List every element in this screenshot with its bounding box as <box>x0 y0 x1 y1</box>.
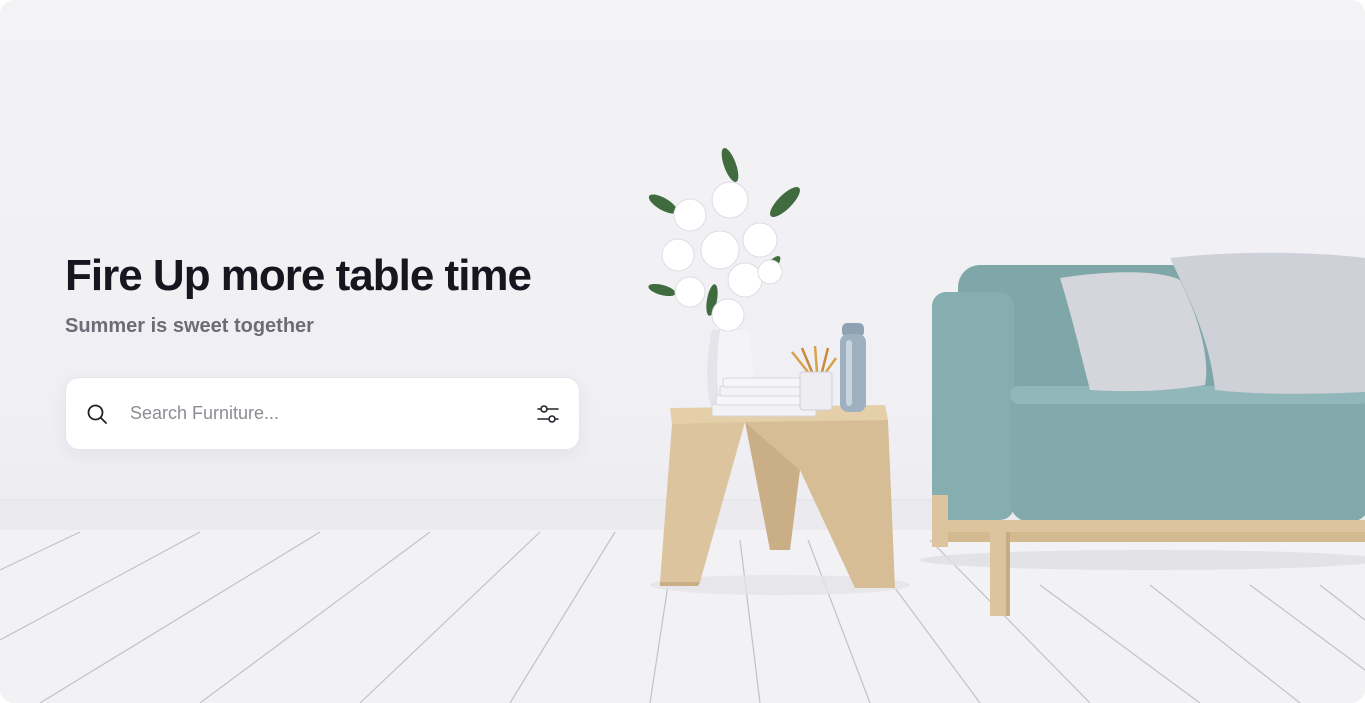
sliders-icon[interactable] <box>535 401 561 427</box>
search-icon <box>87 404 107 424</box>
room-scene-illustration <box>0 147 1365 703</box>
hero-banner: Fire Up more table time Summer is sweet … <box>0 0 1365 703</box>
hero-subheadline: Summer is sweet together <box>65 315 314 337</box>
search-input[interactable] <box>128 392 535 435</box>
hero-headline: Fire Up more table time <box>65 251 532 300</box>
search-bar[interactable] <box>65 377 580 450</box>
